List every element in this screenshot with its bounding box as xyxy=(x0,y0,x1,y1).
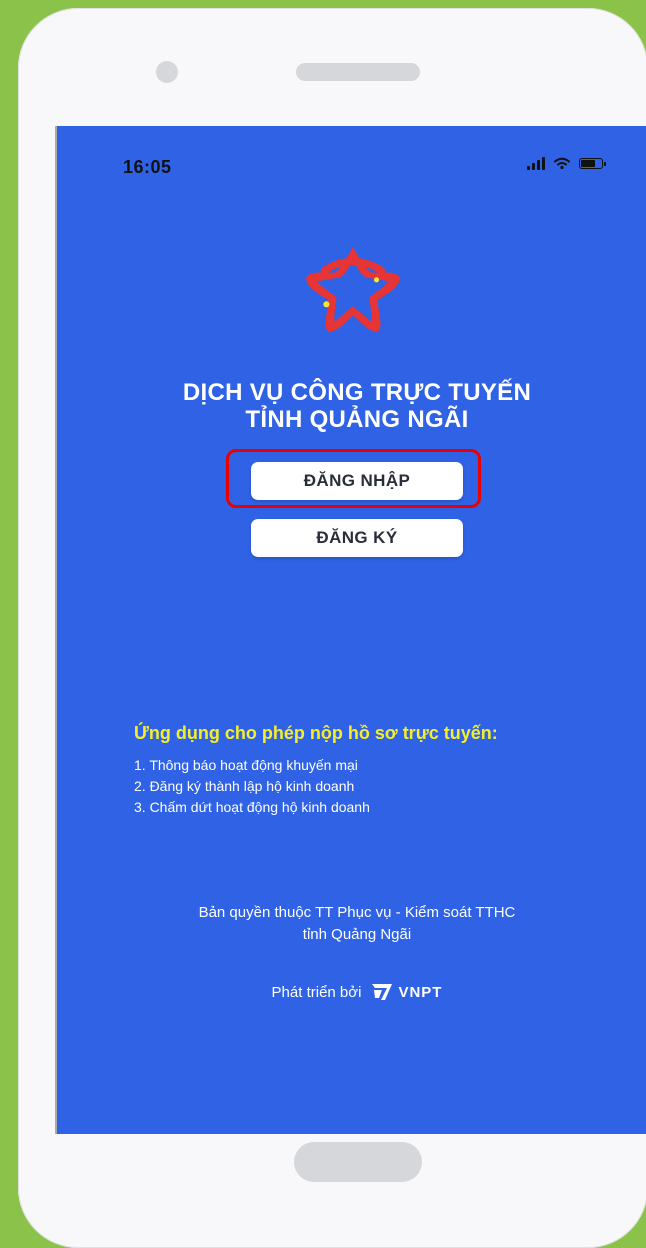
wifi-icon xyxy=(554,157,570,170)
login-button[interactable]: ĐĂNG NHẬP xyxy=(251,462,463,500)
copyright-line-2: tỉnh Quảng Ngãi xyxy=(302,926,412,943)
app-screen: 16:05 DỊCH VỤ CÔNG TRỰC TUYẾN TỈNH QUẢNG… xyxy=(55,126,646,1134)
feature-item: 2. Đăng ký thành lập hộ kinh doanh xyxy=(134,778,355,794)
info-title: Ứng dụng cho phép nộp hồ sơ trực tuyến: xyxy=(134,723,498,743)
status-icons xyxy=(527,156,606,170)
vnpt-logo-icon xyxy=(372,984,393,1000)
signal-icon xyxy=(527,156,545,170)
vnpt-brand: VNPT xyxy=(371,982,442,1002)
app-title-line-1: DỊCH VỤ CÔNG TRỰC TUYẾN xyxy=(182,379,532,406)
status-time: 16:05 xyxy=(123,157,172,177)
battery-icon xyxy=(579,157,606,169)
home-button[interactable] xyxy=(294,1142,422,1182)
developed-by-label: Phát triển bởi xyxy=(271,983,362,1001)
feature-item: 3. Chấm dứt hoạt động hộ kinh doanh xyxy=(134,799,370,815)
front-camera xyxy=(156,61,178,83)
app-title-line-2: TỈNH QUẢNG NGÃI xyxy=(245,406,469,433)
register-button[interactable]: ĐĂNG KÝ xyxy=(251,519,463,557)
developer-credit: Phát triển bởi VNPT xyxy=(55,982,646,1002)
phone-frame: 16:05 DỊCH VỤ CÔNG TRỰC TUYẾN TỈNH QUẢNG… xyxy=(18,8,646,1248)
vnpt-brand-text: VNPT xyxy=(398,983,443,1001)
copyright-line-1: Bản quyền thuộc TT Phục vụ - Kiểm soát T… xyxy=(198,904,516,921)
phone-speaker xyxy=(296,63,420,81)
feature-list: 1. Thông báo hoạt động khuyến mại 2. Đăn… xyxy=(134,755,370,818)
feature-item: 1. Thông báo hoạt động khuyến mại xyxy=(134,757,358,773)
vnpt-star-logo-icon xyxy=(305,247,401,332)
